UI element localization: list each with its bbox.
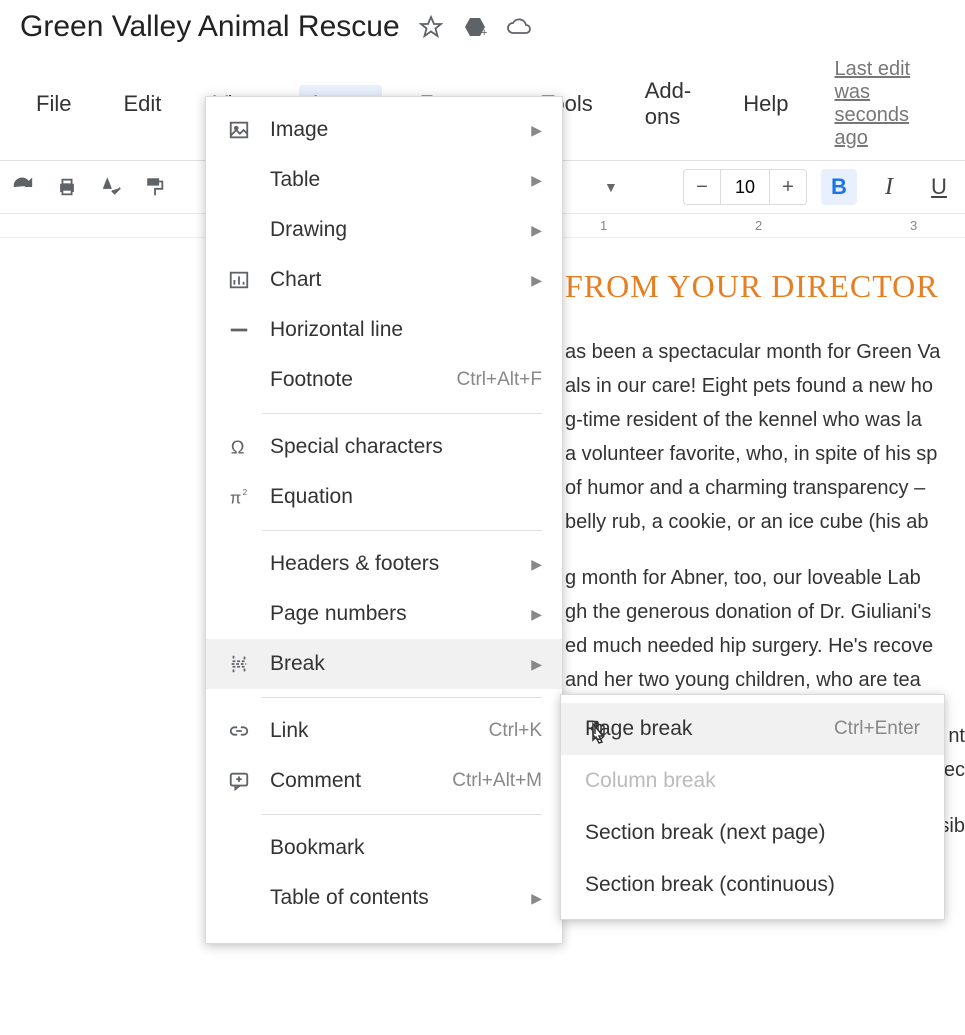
insert-headers-footers[interactable]: Headers & footers ▶ [206,539,562,589]
submenu-arrow-icon: ▶ [531,890,542,907]
comment-icon [226,768,252,794]
shortcut-label: Ctrl+Enter [834,718,920,740]
cloud-status-icon[interactable] [506,14,532,40]
title-bar: Green Valley Animal Rescue + [0,0,965,50]
font-size-decrease[interactable]: − [684,170,720,204]
menu-separator [262,697,542,698]
svg-text:π: π [230,489,241,507]
paint-format-icon[interactable] [140,172,170,202]
menu-addons[interactable]: Add-ons [631,72,705,136]
shortcut-label: Ctrl+K [489,720,542,742]
submenu-arrow-icon: ▶ [531,222,542,239]
insert-menu-dropdown: Image ▶ Table ▶ Drawing ▶ Chart ▶ Horizo… [205,96,563,944]
insert-footnote[interactable]: Footnote Ctrl+Alt+F [206,355,562,405]
underline-button[interactable]: U [921,169,957,205]
document-title[interactable]: Green Valley Animal Rescue [20,10,400,44]
menu-separator [262,530,542,531]
svg-text:Ω: Ω [231,436,245,457]
submenu-arrow-icon: ▶ [531,556,542,573]
font-size-input[interactable] [720,170,770,204]
menu-item-label: Bookmark [270,836,542,860]
submenu-arrow-icon: ▶ [531,122,542,139]
shortcut-label: Ctrl+Alt+F [456,369,542,391]
menu-item-label: Link [270,719,471,743]
menu-item-label: Footnote [270,368,438,392]
menu-item-label: Break [270,652,542,676]
submenu-arrow-icon: ▶ [531,172,542,189]
insert-comment[interactable]: Comment Ctrl+Alt+M [206,756,562,806]
menu-item-label: Table of contents [270,886,542,910]
menu-item-label: Equation [270,485,542,509]
insert-special-characters[interactable]: Ω Special characters [206,422,562,472]
font-dropdown-arrow[interactable]: ▼ [604,179,618,195]
menu-item-label: Section break (next page) [585,821,920,845]
bold-button[interactable]: B [821,169,857,205]
menu-item-label: Table [270,168,542,192]
ruler-mark: 2 [755,218,762,233]
page-break-icon [226,651,252,677]
horizontal-line-icon [226,317,252,343]
menu-item-label: Chart [270,268,542,292]
font-size-increase[interactable]: + [770,170,806,204]
break-page[interactable]: Page break Ctrl+Enter [561,703,944,755]
menu-item-label: Page break [585,717,834,741]
insert-link[interactable]: Link Ctrl+K [206,706,562,756]
chart-icon [226,267,252,293]
menu-item-label: Drawing [270,218,542,242]
insert-break[interactable]: Break ▶ [206,639,562,689]
link-icon [226,718,252,744]
insert-equation[interactable]: π2 Equation [206,472,562,522]
insert-page-numbers[interactable]: Page numbers ▶ [206,589,562,639]
font-size-group: − + [683,169,807,205]
menu-help[interactable]: Help [729,85,802,123]
menu-item-label: Special characters [270,435,542,459]
redo-icon[interactable] [8,172,38,202]
ruler-mark: 3 [910,218,917,233]
insert-table-of-contents[interactable]: Table of contents ▶ [206,873,562,923]
insert-horizontal-line[interactable]: Horizontal line [206,305,562,355]
menu-item-label: Image [270,118,542,142]
break-column: Column break [561,755,944,807]
print-icon[interactable] [52,172,82,202]
ruler-mark: 1 [600,218,607,233]
submenu-arrow-icon: ▶ [531,272,542,289]
italic-button[interactable]: I [871,169,907,205]
omega-icon: Ω [226,434,252,460]
last-edit-link[interactable]: Last edit was seconds ago [834,58,943,150]
star-icon[interactable] [418,14,444,40]
insert-drawing[interactable]: Drawing ▶ [206,205,562,255]
image-icon [226,117,252,143]
spellcheck-icon[interactable] [96,172,126,202]
break-section-next-page[interactable]: Section break (next page) [561,807,944,859]
break-section-continuous[interactable]: Section break (continuous) [561,859,944,911]
menu-separator [262,814,542,815]
menu-item-label: Column break [585,769,920,793]
break-submenu: Page break Ctrl+Enter Column break Secti… [560,694,945,920]
insert-table[interactable]: Table ▶ [206,155,562,205]
menu-item-label: Horizontal line [270,318,542,342]
menu-item-label: Section break (continuous) [585,873,920,897]
insert-chart[interactable]: Chart ▶ [206,255,562,305]
move-to-drive-icon[interactable]: + [462,14,488,40]
svg-text:+: + [481,27,487,39]
menu-file[interactable]: File [22,85,85,123]
menu-edit[interactable]: Edit [109,85,175,123]
submenu-arrow-icon: ▶ [531,606,542,623]
submenu-arrow-icon: ▶ [531,656,542,673]
insert-bookmark[interactable]: Bookmark [206,823,562,873]
insert-image[interactable]: Image ▶ [206,105,562,155]
shortcut-label: Ctrl+Alt+M [452,770,542,792]
menu-item-label: Comment [270,769,434,793]
menu-item-label: Headers & footers [270,552,542,576]
menu-separator [262,413,542,414]
menu-item-label: Page numbers [270,602,542,626]
pi-icon: π2 [226,484,252,510]
svg-text:2: 2 [243,488,248,497]
